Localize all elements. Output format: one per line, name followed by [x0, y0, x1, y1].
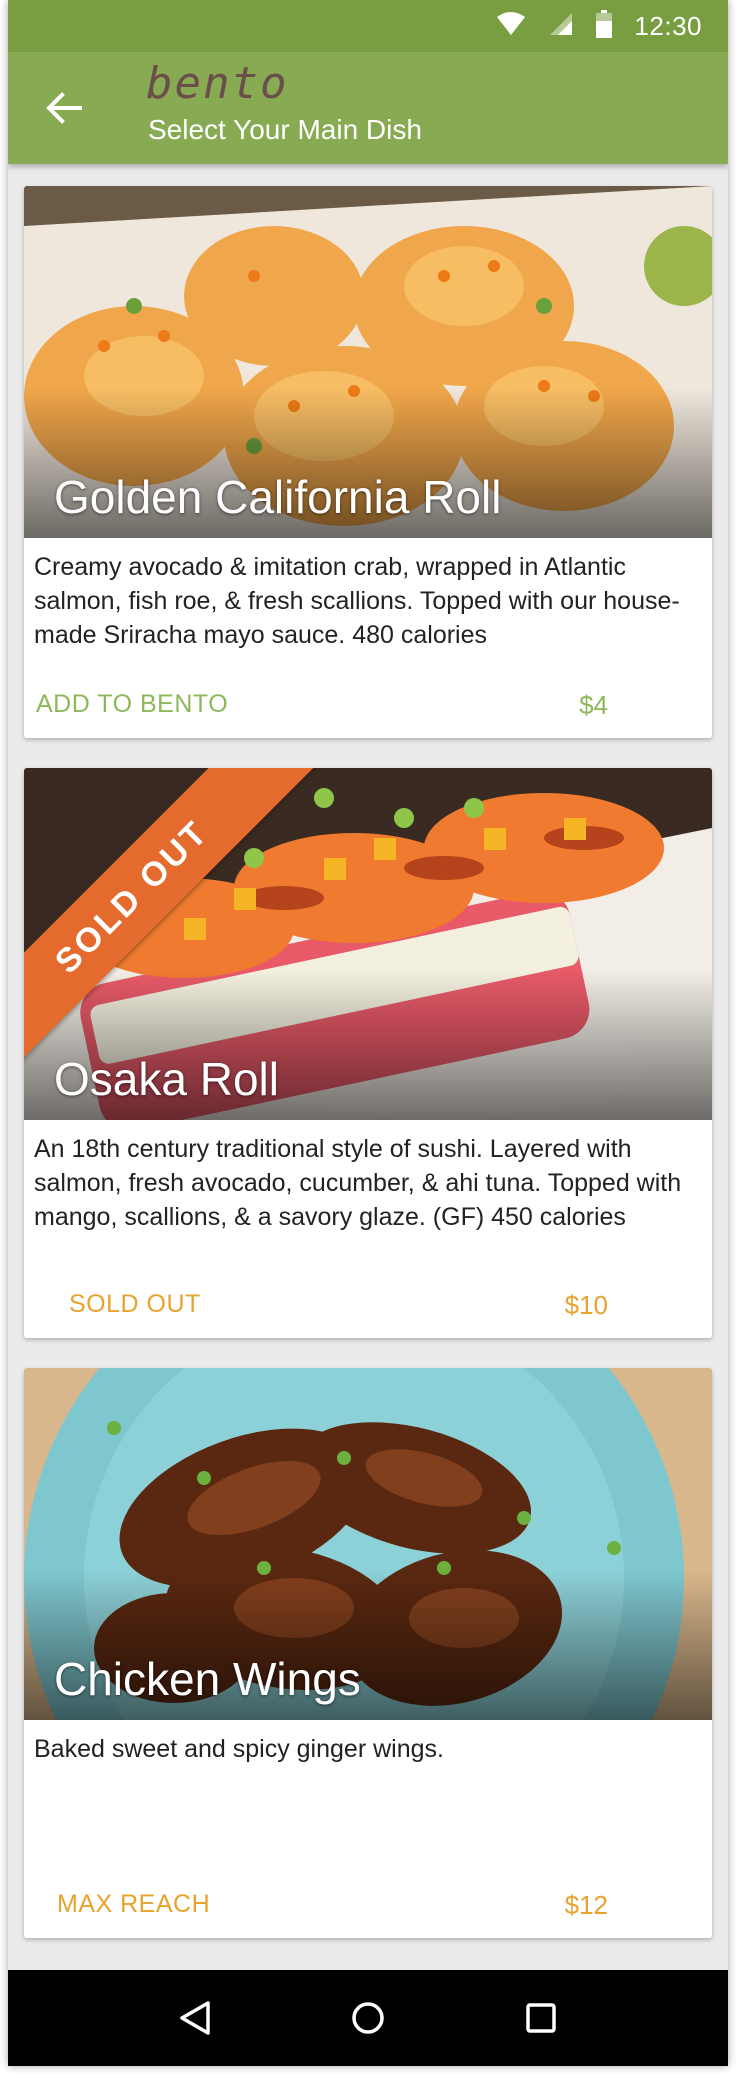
- dish-card-osaka-roll[interactable]: SOLD OUT Osaka Roll An 18th century trad…: [24, 768, 712, 1338]
- dish-image: SOLD OUT Osaka Roll: [24, 768, 712, 1120]
- dish-price: $10: [564, 1290, 608, 1320]
- wifi-icon: [496, 11, 526, 42]
- dish-price: $4: [579, 690, 608, 720]
- sold-out-badge: SOLD OUT: [24, 768, 314, 1079]
- dish-card-golden-california-roll[interactable]: Golden California Roll Creamy avocado & …: [24, 186, 712, 738]
- recents-square-icon: [526, 2003, 557, 2033]
- nav-recents-button[interactable]: [511, 1988, 571, 2048]
- status-bar: 12:30: [8, 0, 728, 52]
- max-reach-label: MAX REACH: [57, 1890, 211, 1918]
- dish-description: Creamy avocado & imitation crab, wrapped…: [34, 553, 680, 649]
- phone-screen: 12:30 bento Select Your Main Dish Golden…: [8, 0, 728, 2066]
- app-bar: bento Select Your Main Dish: [8, 52, 728, 164]
- dish-list: Golden California Roll Creamy avocado & …: [8, 164, 728, 1970]
- dish-image: Chicken Wings: [24, 1368, 712, 1720]
- nav-home-button[interactable]: [338, 1988, 398, 2048]
- card-footer: SOLD OUT $10: [24, 1276, 712, 1338]
- nav-back-button[interactable]: [165, 1988, 225, 2048]
- system-nav-bar: [8, 1970, 728, 2066]
- page-title: Select Your Main Dish: [148, 114, 422, 145]
- dish-description: An 18th century traditional style of sus…: [34, 1135, 682, 1231]
- battery-icon: [596, 9, 613, 43]
- signal-icon: [548, 11, 574, 42]
- dish-card-chicken-wings[interactable]: Chicken Wings Baked sweet and spicy ging…: [24, 1368, 712, 1938]
- dish-description: Baked sweet and spicy ginger wings.: [34, 1735, 444, 1763]
- dish-name: Osaka Roll: [54, 1053, 279, 1105]
- dish-name: Golden California Roll: [54, 471, 502, 523]
- home-circle-icon: [352, 2002, 384, 2034]
- sold-out-label: SOLD OUT: [69, 1290, 201, 1318]
- card-footer: ADD TO BENTO $4: [24, 676, 712, 738]
- arrow-back-icon: [46, 92, 82, 124]
- dish-name: Chicken Wings: [54, 1653, 361, 1705]
- status-time: 12:30: [634, 10, 702, 41]
- back-button[interactable]: [38, 82, 90, 134]
- brand-logo: bento: [146, 58, 289, 109]
- add-to-bento-button[interactable]: ADD TO BENTO: [36, 690, 228, 719]
- dish-price: $12: [564, 1890, 608, 1920]
- card-footer: MAX REACH $12: [24, 1876, 712, 1938]
- dish-image: Golden California Roll: [24, 186, 712, 538]
- back-triangle-icon: [179, 2001, 210, 2035]
